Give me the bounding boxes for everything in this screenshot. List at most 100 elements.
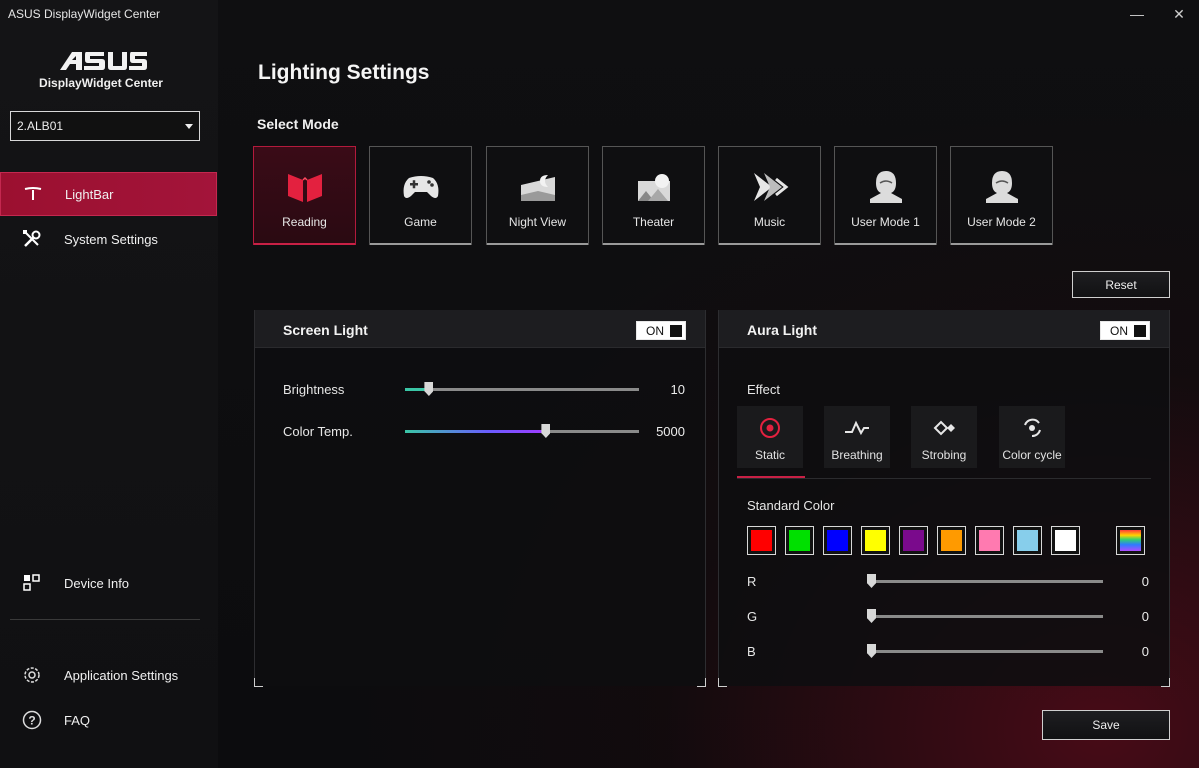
close-button[interactable]: ✕ <box>1164 2 1194 26</box>
effect-label-text: Color cycle <box>1002 448 1062 462</box>
user-icon <box>982 167 1022 207</box>
sidebar-item-lightbar[interactable]: LightBar <box>0 172 217 216</box>
swatch-fill <box>1017 530 1038 551</box>
mode-tile-game[interactable]: Game <box>369 146 472 245</box>
sidebar-item-label: System Settings <box>64 231 158 247</box>
color-swatch-pink[interactable] <box>975 526 1004 555</box>
sidebar-divider <box>10 619 200 620</box>
lightbar-icon <box>1 172 65 216</box>
panel-corner <box>718 678 727 687</box>
b-value: 0 <box>1141 644 1149 659</box>
sidebar-item-application-settings[interactable]: Application Settings <box>0 653 217 697</box>
swatch-fill <box>789 530 810 551</box>
gear-icon <box>0 653 64 697</box>
aura-light-panel: Aura Light ON Effect Static Breathing St… <box>718 310 1170 687</box>
g-slider-thumb[interactable] <box>867 609 876 623</box>
b-slider-thumb[interactable] <box>867 644 876 658</box>
color-temp-slider-thumb[interactable] <box>541 424 551 438</box>
color-temp-label: Color Temp. <box>283 424 353 439</box>
mode-underline <box>487 243 588 245</box>
page-title: Lighting Settings <box>258 61 430 84</box>
color-swatch-red[interactable] <box>747 526 776 555</box>
color-swatch-orange[interactable] <box>937 526 966 555</box>
mode-label: Night View <box>508 215 567 229</box>
g-slider[interactable] <box>867 609 1103 623</box>
save-button[interactable]: Save <box>1042 710 1170 740</box>
r-label: R <box>747 574 757 589</box>
r-value: 0 <box>1141 574 1149 589</box>
question-icon: ? <box>0 698 64 742</box>
mode-label: User Mode 2 <box>967 215 1036 229</box>
brightness-slider[interactable] <box>405 382 639 396</box>
select-mode-label: Select Mode <box>257 116 339 132</box>
r-slider-thumb[interactable] <box>867 574 876 588</box>
mode-underline <box>835 243 936 245</box>
mode-tile-theater[interactable]: Theater <box>602 146 705 245</box>
mode-tile-user-mode-2[interactable]: User Mode 2 <box>950 146 1053 245</box>
static-icon <box>759 416 781 440</box>
mode-tile-music[interactable]: Music <box>718 146 821 245</box>
mode-label: Game <box>404 215 437 229</box>
toggle-label: ON <box>646 323 664 338</box>
panel-corner <box>1161 678 1170 687</box>
color-swatch-purple[interactable] <box>899 526 928 555</box>
screen-light-panel: Screen Light ON Brightness 10 Color Temp… <box>254 310 706 687</box>
mode-tile-user-mode-1[interactable]: User Mode 1 <box>834 146 937 245</box>
b-slider[interactable] <box>867 644 1103 658</box>
sidebar-item-label: Application Settings <box>64 667 179 683</box>
color-swatch-white[interactable] <box>1051 526 1080 555</box>
toggle-knob <box>1134 325 1146 337</box>
g-value: 0 <box>1141 609 1149 624</box>
color-swatch-light-blue[interactable] <box>1013 526 1042 555</box>
swatch-fill <box>865 530 886 551</box>
mode-label: Music <box>753 215 786 229</box>
swatch-fill <box>1055 530 1076 551</box>
asus-logo <box>60 52 147 70</box>
mode-underline <box>951 243 1052 245</box>
effect-static[interactable]: Static <box>737 406 803 468</box>
reset-button[interactable]: Reset <box>1072 271 1170 298</box>
mode-underline <box>370 243 471 245</box>
theater-icon <box>634 167 674 207</box>
aura-light-toggle[interactable]: ON <box>1100 321 1150 340</box>
device-info-icon <box>0 561 64 605</box>
screen-light-toggle[interactable]: ON <box>636 321 686 340</box>
device-select-value: 2.ALB01 <box>17 119 64 133</box>
color-temp-value: 5000 <box>656 424 685 439</box>
color-swatch-yellow[interactable] <box>861 526 890 555</box>
aura-light-title: Aura Light <box>747 322 817 338</box>
swatch-fill <box>903 530 924 551</box>
user-icon <box>866 167 906 207</box>
aura-light-header: Aura Light ON <box>719 310 1169 348</box>
color-swatch-green[interactable] <box>785 526 814 555</box>
b-label: B <box>747 644 756 659</box>
effect-breathing[interactable]: Breathing <box>824 406 890 468</box>
sidebar-item-faq[interactable]: ? FAQ <box>0 698 217 742</box>
breathing-icon <box>844 416 870 440</box>
color-cycle-icon <box>1021 416 1043 440</box>
mode-tile-reading[interactable]: Reading <box>253 146 356 245</box>
device-select[interactable]: 2.ALB01 <box>10 111 200 141</box>
toggle-knob <box>670 325 682 337</box>
sidebar-item-system-settings[interactable]: System Settings <box>0 217 217 261</box>
brightness-slider-thumb[interactable] <box>424 382 434 396</box>
brand-name: DisplayWidget Center <box>39 76 163 90</box>
toggle-label: ON <box>1110 323 1128 338</box>
mode-underline <box>719 243 820 245</box>
effect-label: Effect <box>747 382 781 397</box>
music-icon <box>750 167 790 207</box>
wrench-screwdriver-icon <box>0 217 64 261</box>
svg-text:?: ? <box>28 714 35 728</box>
effect-color-cycle[interactable]: Color cycle <box>999 406 1065 468</box>
r-slider[interactable] <box>867 574 1103 588</box>
swatch-fill <box>751 530 772 551</box>
reading-icon <box>286 167 324 207</box>
color-temp-slider[interactable] <box>405 424 639 438</box>
color-swatch-custom[interactable] <box>1116 526 1145 555</box>
mode-label: Theater <box>632 215 675 229</box>
mode-tile-night-view[interactable]: Night View <box>486 146 589 245</box>
minimize-button[interactable]: — <box>1122 2 1152 26</box>
color-swatch-blue[interactable] <box>823 526 852 555</box>
sidebar-item-device-info[interactable]: Device Info <box>0 561 217 605</box>
effect-strobing[interactable]: Strobing <box>911 406 977 468</box>
